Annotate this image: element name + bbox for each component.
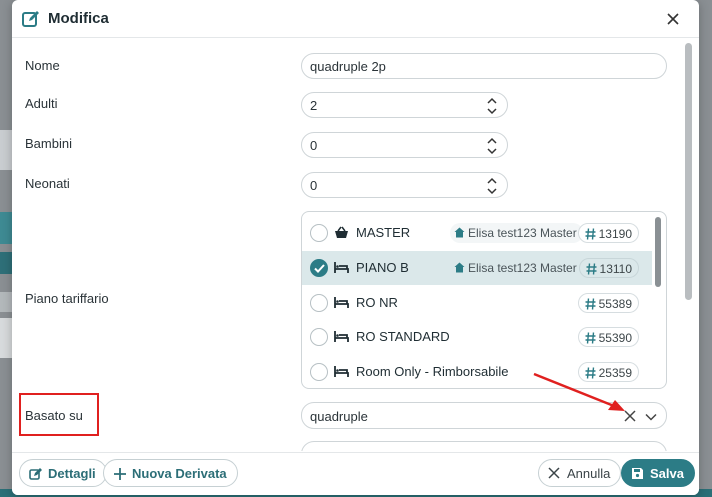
backdrop-fragment	[0, 318, 12, 358]
item-name: PIANO B	[356, 260, 409, 275]
adulti-value: 2	[310, 98, 318, 113]
hash-icon	[585, 332, 596, 344]
master-badge: Elisa test123 Master	[450, 223, 583, 243]
id-badge: 55389	[577, 293, 639, 313]
neonati-label: Neonati	[25, 176, 70, 191]
home-icon	[454, 262, 465, 273]
annulla-label: Annulla	[567, 466, 611, 481]
master-name: Elisa test123 Master	[468, 261, 577, 275]
list-item[interactable]: RO NR 55389	[302, 286, 652, 320]
annulla-button[interactable]: Annulla	[538, 459, 622, 487]
backdrop-fragment	[0, 252, 12, 274]
item-name: Room Only - Rimborsabile	[356, 364, 509, 379]
home-icon	[454, 227, 465, 238]
save-icon	[632, 468, 643, 479]
id-badge: 55390	[577, 327, 639, 347]
bambini-label: Bambini	[25, 136, 72, 151]
stepper-arrows-icon	[487, 177, 497, 195]
salva-button[interactable]: Salva	[621, 459, 695, 487]
id-badge: 13190	[577, 223, 639, 243]
list-item[interactable]: PIANO B Elisa test123 Master 13110	[302, 251, 652, 285]
item-name: RO NR	[356, 295, 398, 310]
radio-button-checked[interactable]	[310, 259, 328, 277]
list-item[interactable]: MASTER Elisa test123 Master 13190	[302, 216, 652, 250]
adulti-input[interactable]: 2	[301, 92, 508, 118]
backdrop-fragment	[0, 130, 12, 170]
dettagli-button[interactable]: Dettagli	[19, 459, 107, 487]
nome-label: Nome	[25, 58, 60, 73]
edit-icon	[29, 468, 42, 480]
hash-icon	[585, 298, 596, 310]
radio-button[interactable]	[310, 328, 328, 346]
chevron-down-icon[interactable]	[645, 411, 657, 423]
bed-icon	[334, 366, 349, 377]
radio-button[interactable]	[310, 363, 328, 381]
item-name: RO STANDARD	[356, 329, 450, 344]
list-item[interactable]: RO STANDARD 55390	[302, 320, 652, 354]
master-name: Elisa test123 Master	[468, 226, 577, 240]
neonati-stepper[interactable]	[485, 175, 499, 197]
item-name: MASTER	[356, 225, 411, 240]
stepper-arrows-icon	[487, 137, 497, 155]
stepper-arrows-icon	[487, 97, 497, 115]
backdrop-fragment	[0, 292, 12, 312]
master-badge: Elisa test123 Master	[450, 258, 583, 278]
modal-header: Modifica	[12, 0, 699, 38]
rate-id: 55389	[598, 297, 632, 311]
hash-icon	[585, 228, 596, 240]
annotation-highlight-box	[19, 393, 99, 436]
close-icon[interactable]	[665, 11, 681, 27]
nome-input[interactable]: quadruple 2p	[301, 53, 667, 79]
basato-su-value: quadruple	[310, 409, 368, 424]
basket-icon	[335, 226, 348, 238]
bambini-input[interactable]: 0	[301, 132, 508, 158]
rate-id: 13110	[599, 262, 632, 276]
radio-button[interactable]	[310, 294, 328, 312]
piano-tariffario-label: Piano tariffario	[25, 291, 109, 306]
radio-button[interactable]	[310, 224, 328, 242]
check-icon	[314, 264, 325, 273]
adulti-label: Adulti	[25, 96, 58, 111]
neonati-value: 0	[310, 178, 318, 193]
bambini-stepper[interactable]	[485, 135, 499, 157]
bed-icon	[334, 297, 349, 308]
rate-id: 13190	[598, 227, 632, 241]
bed-icon	[334, 331, 349, 342]
hash-icon	[586, 263, 597, 275]
modal-footer: Dettagli Nuova Derivata Annulla Salva	[12, 452, 699, 495]
annotation-arrow-icon	[533, 372, 625, 411]
neonati-input[interactable]: 0	[301, 172, 508, 198]
edit-icon	[22, 11, 39, 27]
edit-modal: Modifica Nome quadruple 2p Adulti 2 Bamb…	[12, 0, 699, 495]
plus-icon	[114, 468, 126, 480]
next-field[interactable]	[301, 441, 667, 451]
modal-title: Modifica	[48, 10, 109, 27]
salva-label: Salva	[650, 466, 684, 481]
dettagli-label: Dettagli	[48, 466, 96, 481]
bed-icon	[334, 262, 349, 273]
adulti-stepper[interactable]	[485, 95, 499, 117]
close-icon	[548, 467, 560, 479]
nuova-derivata-label: Nuova Derivata	[132, 466, 227, 481]
bambini-value: 0	[310, 138, 318, 153]
modal-body: Nome quadruple 2p Adulti 2 Bambini 0 Neo…	[12, 38, 699, 451]
list-scrollbar[interactable]	[655, 217, 661, 287]
rate-id: 55390	[598, 331, 632, 345]
id-badge: 13110	[578, 258, 639, 278]
backdrop-fragment	[0, 212, 12, 244]
nuova-derivata-button[interactable]: Nuova Derivata	[103, 459, 238, 487]
piano-tariffario-list: MASTER Elisa test123 Master 13190 PIANO …	[301, 211, 667, 389]
